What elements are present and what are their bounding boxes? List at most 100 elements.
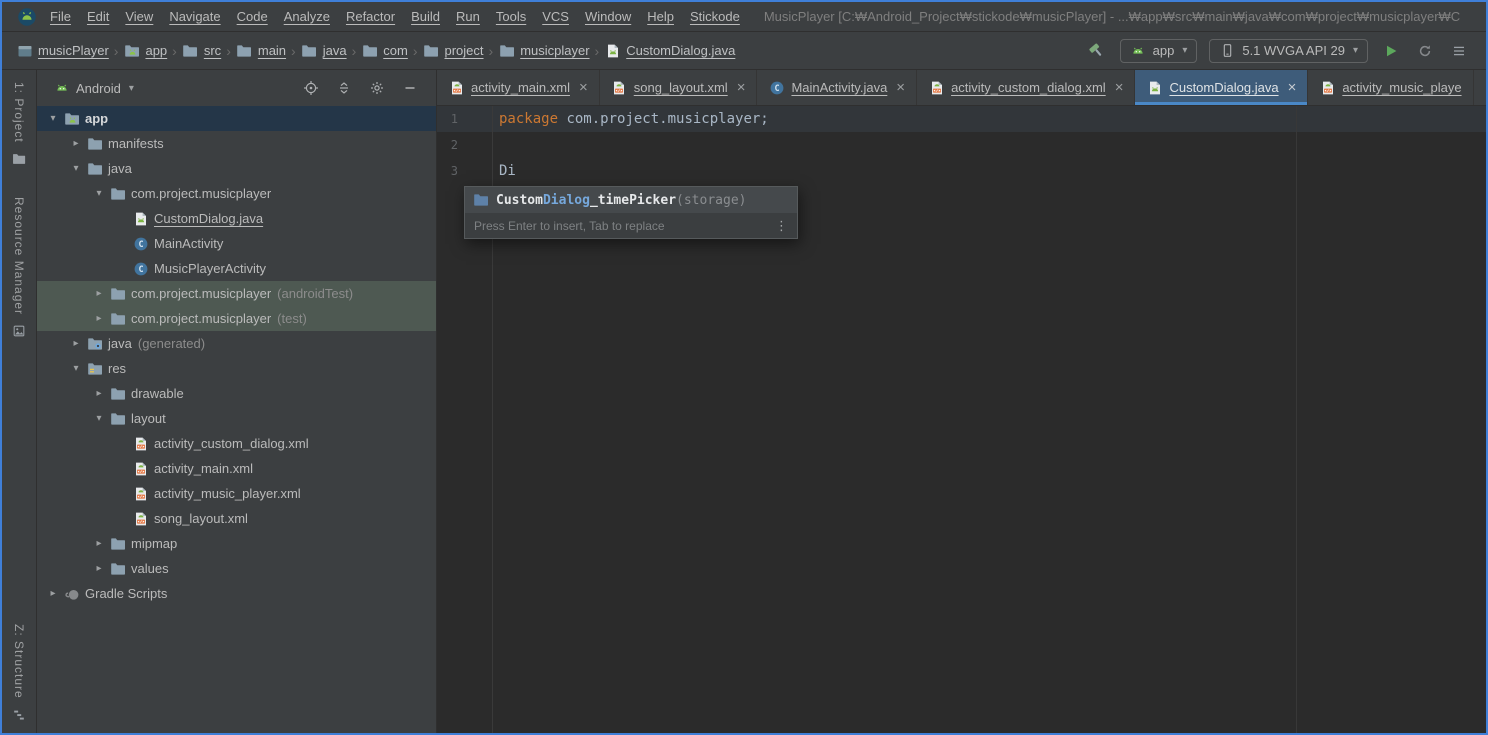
xml-file-icon [1319,80,1336,96]
editor-tab[interactable]: song_layout.xml × [600,70,758,105]
chevron-collapsed-icon[interactable]: ▸ [89,563,109,574]
main-area: 1: Project Resource Manager Z: Structure… [2,70,1486,733]
code-lines: 1 package com.project.musicplayer; 2 3 Di [437,106,1486,184]
run-button[interactable] [1380,40,1402,62]
breadcrumb-item[interactable]: app [121,43,169,59]
tree-item-label: values [131,561,169,576]
tree-item[interactable]: ▸ manifests [37,131,436,156]
device-selector[interactable]: 5.1 WVGA API 29 ▾ [1209,38,1368,63]
build-button[interactable] [1086,40,1108,62]
chevron-collapsed-icon[interactable]: ▸ [89,388,109,399]
tree-item[interactable]: ▸ java (generated) [37,331,436,356]
menu-build[interactable]: Build [403,9,448,24]
tool-button-project[interactable]: 1: Project [11,82,28,167]
close-tab-icon[interactable]: × [896,80,905,95]
menu-refactor[interactable]: Refactor [338,9,403,24]
tool-button-resource-manager[interactable]: Resource Manager [11,197,28,339]
toolbar-actions: app ▾ 5.1 WVGA API 29 ▾ [1086,38,1474,63]
tree-item[interactable]: ▸ mipmap [37,531,436,556]
tree-item[interactable]: C MainActivity [37,231,436,256]
chevron-collapsed-icon[interactable]: ▸ [89,313,109,324]
breadcrumb-item[interactable]: com [359,43,410,59]
tree-item[interactable]: ▸ com.project.musicplayer (androidTest) [37,281,436,306]
close-tab-icon[interactable]: × [579,80,588,95]
menu-navigate[interactable]: Navigate [161,9,228,24]
gear-icon[interactable] [368,80,385,96]
close-tab-icon[interactable]: × [1288,80,1297,95]
collapse-all-icon[interactable] [335,80,352,96]
editor-tab[interactable]: activity_main.xml × [437,70,600,105]
chevron-expanded-icon[interactable]: ▾ [43,113,63,124]
breadcrumb-item[interactable]: musicPlayer [14,43,111,59]
folder-icon [86,161,103,177]
tree-item[interactable]: activity_main.xml [37,456,436,481]
tree-item[interactable]: ▾ com.project.musicplayer [37,181,436,206]
editor-tab[interactable]: activity_custom_dialog.xml × [917,70,1136,105]
breadcrumb-separator-icon: › [594,42,600,59]
project-view-label: Android [76,80,121,96]
overflow-dots-icon[interactable]: ⋮ [775,218,788,234]
menu-view[interactable]: View [117,9,161,24]
tree-item-label: activity_main.xml [154,461,253,476]
tree-item[interactable]: ▸ Gradle Scripts [37,581,436,606]
chevron-collapsed-icon[interactable]: ▸ [43,588,63,599]
breadcrumb-item[interactable]: java [299,43,349,59]
more-actions-button[interactable] [1448,40,1470,62]
menu-edit[interactable]: Edit [79,9,117,24]
menu-vcs[interactable]: VCS [534,9,577,24]
completion-item[interactable]: CustomDialog_timePicker(storage) [465,187,797,213]
chevron-expanded-icon[interactable]: ▾ [66,363,86,374]
menu-window[interactable]: Window [577,9,639,24]
tree-item-label: manifests [108,136,164,151]
menu-run[interactable]: Run [448,9,488,24]
breadcrumb-item[interactable]: main [234,43,288,59]
chevron-expanded-icon[interactable]: ▾ [66,163,86,174]
tree-item[interactable]: activity_music_player.xml [37,481,436,506]
breadcrumb-item[interactable]: src [180,43,223,59]
breadcrumb-item[interactable]: project [420,43,485,59]
tree-item[interactable]: ▾ res [37,356,436,381]
android-file-icon [604,43,621,59]
chevron-expanded-icon[interactable]: ▾ [89,413,109,424]
tree-item[interactable]: ▸ drawable [37,381,436,406]
chevron-collapsed-icon[interactable]: ▸ [89,288,109,299]
breadcrumb-item[interactable]: musicplayer [496,43,591,59]
run-config-selector[interactable]: app ▾ [1119,38,1198,63]
close-tab-icon[interactable]: × [1115,80,1124,95]
tree-item[interactable]: C MusicPlayerActivity [37,256,436,281]
menu-help[interactable]: Help [639,9,682,24]
completion-hint: Press Enter to insert, Tab to replace ⋮ [465,213,797,238]
sync-button[interactable] [1414,40,1436,62]
menu-tools[interactable]: Tools [488,9,534,24]
code-editor[interactable]: 1 package com.project.musicplayer; 2 3 Di Cu… [437,106,1486,733]
tree-item-label: drawable [131,386,184,401]
menu-analyze[interactable]: Analyze [276,9,338,24]
tool-stripe-bottom: Z: Structure [11,624,28,723]
tree-item[interactable]: activity_custom_dialog.xml [37,431,436,456]
tree-item[interactable]: ▾ app [37,106,436,131]
hide-panel-icon[interactable] [401,80,418,96]
tool-button-structure[interactable]: Z: Structure [11,624,28,723]
project-view-selector[interactable]: Android ▾ [47,80,134,96]
editor-tab[interactable]: C MainActivity.java × [757,70,918,105]
chevron-collapsed-icon[interactable]: ▸ [66,338,86,349]
menu-file[interactable]: File [42,9,79,24]
locate-icon[interactable] [302,80,319,96]
editor-tab[interactable]: CustomDialog.java × [1135,70,1309,105]
tree-item[interactable]: ▾ layout [37,406,436,431]
chevron-collapsed-icon[interactable]: ▸ [89,538,109,549]
project-panel-actions [302,80,426,96]
breadcrumb-item[interactable]: CustomDialog.java [602,43,737,59]
close-tab-icon[interactable]: × [737,80,746,95]
tab-label: activity_main.xml [471,80,570,95]
tree-item[interactable]: ▸ values [37,556,436,581]
menu-stickode[interactable]: Stickode [682,9,748,24]
editor-tab[interactable]: activity_music_playe [1308,70,1474,105]
chevron-collapsed-icon[interactable]: ▸ [66,138,86,149]
menu-code[interactable]: Code [229,9,276,24]
tree-item[interactable]: song_layout.xml [37,506,436,531]
tree-item[interactable]: CustomDialog.java [37,206,436,231]
tree-item[interactable]: ▾ java [37,156,436,181]
tree-item[interactable]: ▸ com.project.musicplayer (test) [37,306,436,331]
chevron-expanded-icon[interactable]: ▾ [89,188,109,199]
